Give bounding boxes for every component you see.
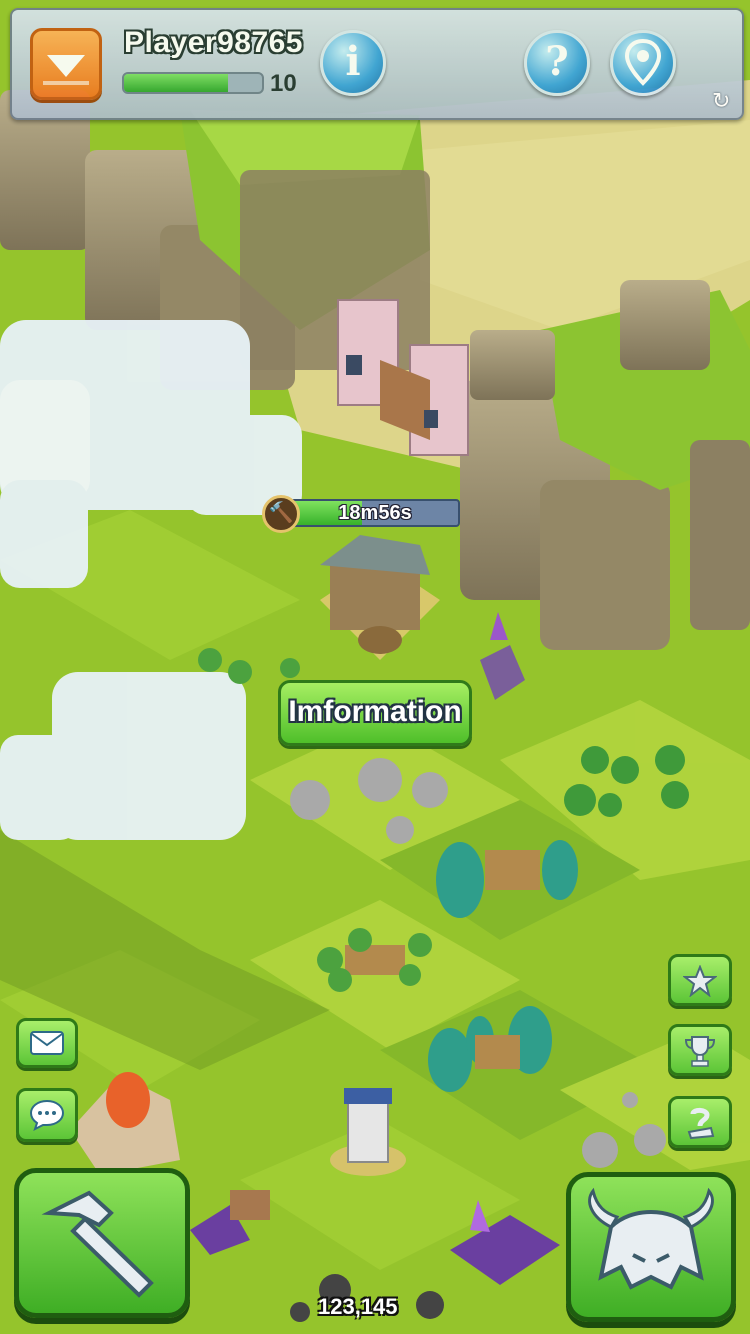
chevron-down-icon: [43, 55, 89, 85]
construction-timer: 🔨 18m56s: [262, 495, 462, 533]
battle-button[interactable]: [566, 1172, 736, 1322]
question-icon: ?: [545, 38, 569, 85]
quests-button[interactable]: [668, 1096, 732, 1148]
hammer-icon: [41, 1190, 154, 1298]
construction-time-remaining: 18m56s: [338, 502, 412, 524]
mail-button[interactable]: [16, 1018, 78, 1068]
chat-button[interactable]: [16, 1088, 78, 1142]
information-button[interactable]: Imformation: [278, 680, 472, 746]
dropdown-menu-button[interactable]: [30, 28, 102, 100]
location-button[interactable]: [610, 30, 676, 96]
help-button[interactable]: ?: [524, 30, 590, 96]
map-pin-icon: [624, 38, 662, 86]
trophy-icon: [684, 1036, 716, 1067]
info-icon: i: [345, 38, 361, 85]
game-map[interactable]: [0, 0, 750, 1334]
chat-bubble-icon: [29, 1099, 65, 1131]
hammer-icon: 🔨: [262, 495, 300, 533]
player-level: 10: [270, 70, 297, 97]
xp-progress-bar: [122, 72, 264, 94]
info-button[interactable]: i: [320, 30, 386, 96]
leaderboard-button[interactable]: [668, 1024, 732, 1076]
star-icon: [682, 964, 718, 998]
xp-progress-fill: [124, 74, 228, 92]
refresh-icon[interactable]: ↻: [712, 88, 730, 114]
player-name[interactable]: Player98765: [124, 26, 303, 60]
envelope-icon: [30, 1031, 64, 1055]
question-scroll-icon: [687, 1107, 715, 1140]
build-button[interactable]: [14, 1168, 190, 1318]
achievements-button[interactable]: [668, 954, 732, 1006]
viking-helmet-icon: [588, 1187, 714, 1290]
terrain: [0, 0, 750, 1334]
resource-counter: 123,145: [318, 1294, 398, 1319]
top-hud: Player98765 10 i ? ↻: [10, 8, 744, 120]
